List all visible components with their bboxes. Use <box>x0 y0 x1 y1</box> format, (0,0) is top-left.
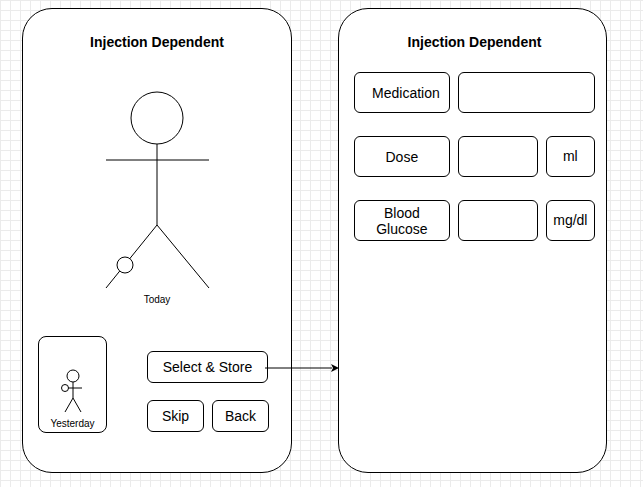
today-label: Today <box>23 294 291 306</box>
yesterday-card[interactable]: Yesterday <box>38 336 107 433</box>
field-label-text: Dose <box>386 149 419 165</box>
unit-label: ml <box>546 136 595 177</box>
field-row: Blood Glucose mg/dl <box>354 200 595 241</box>
today-screen: Injection Dependent Today Yesterday Select … <box>22 8 292 473</box>
field-label-text: Blood Glucose <box>372 205 432 237</box>
person-icon <box>104 90 210 292</box>
yesterday-label: Yesterday <box>50 418 94 430</box>
button-group: Select & Store SkipBack <box>147 336 269 432</box>
back-button[interactable]: Back <box>212 400 269 432</box>
field-input[interactable] <box>458 72 595 113</box>
field-row: Medication <box>354 72 595 113</box>
field-list: Medication Dose ml Blood Glucose mg/dl <box>354 72 595 241</box>
field-label: Medication <box>354 72 450 113</box>
field-input[interactable] <box>458 200 538 241</box>
skip-button[interactable]: Skip <box>147 400 204 432</box>
person-icon <box>58 368 88 418</box>
screen-title: Injection Dependent <box>23 9 291 51</box>
field-row: Dose ml <box>354 136 595 177</box>
field-label: Dose <box>354 136 450 177</box>
entry-screen: Injection Dependent Medication Dose ml Blood… <box>338 8 607 473</box>
field-label: Blood Glucose <box>354 200 450 241</box>
bottom-row: Yesterday Select & Store SkipBack <box>23 336 291 472</box>
field-label-text: Medication <box>372 85 432 101</box>
screen-title: Injection Dependent <box>354 9 595 51</box>
select-store-button[interactable]: Select & Store <box>147 351 268 383</box>
field-input[interactable] <box>458 136 538 177</box>
arrow-icon <box>265 362 341 374</box>
button-row: SkipBack <box>147 400 269 432</box>
unit-label: mg/dl <box>546 200 595 241</box>
